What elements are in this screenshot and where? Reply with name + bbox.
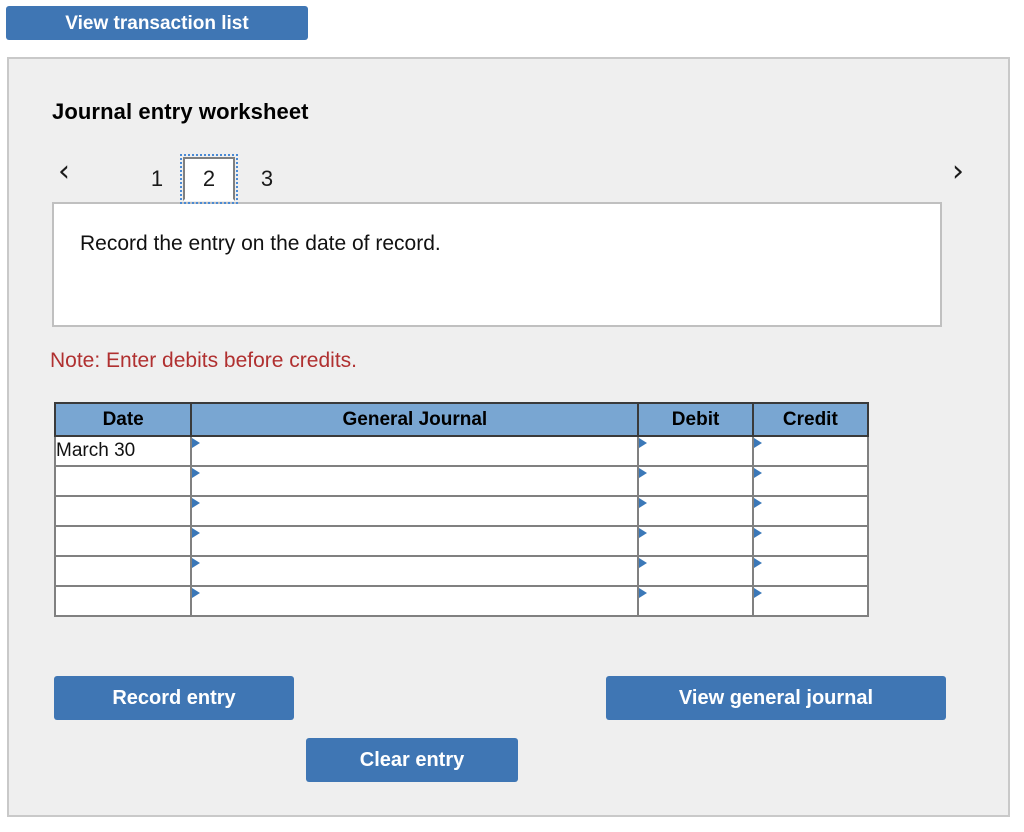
cell-date-4[interactable] — [53, 525, 193, 557]
cell-credit-4[interactable] — [751, 525, 870, 557]
cell-debit-1[interactable] — [637, 435, 754, 467]
debits-before-credits-note: Note: Enter debits before credits. — [50, 349, 357, 372]
clear-entry-button[interactable]: Clear entry — [306, 738, 518, 782]
column-header-general-journal: General Journal — [190, 402, 640, 437]
journal-entry-page: View transaction list Journal entry work… — [0, 0, 1024, 832]
cell-general-journal-5[interactable] — [190, 555, 640, 587]
instruction-text: Record the entry on the date of record. — [80, 232, 441, 255]
worksheet-tab-3[interactable]: 3 — [246, 157, 288, 201]
cell-credit-2[interactable] — [751, 465, 870, 497]
worksheet-tab-2[interactable]: 2 — [180, 154, 238, 204]
cell-date-5[interactable] — [53, 555, 193, 587]
cell-general-journal-4[interactable] — [190, 525, 640, 557]
cell-general-journal-2[interactable] — [190, 465, 640, 497]
cell-general-journal-6[interactable] — [190, 585, 640, 617]
cell-debit-2[interactable] — [637, 465, 754, 497]
table-row — [53, 525, 870, 557]
column-header-date: Date — [53, 402, 193, 437]
instruction-box: Record the entry on the date of record. — [52, 202, 942, 327]
cell-date-6[interactable] — [53, 585, 193, 617]
cell-date-2[interactable] — [53, 465, 193, 497]
table-row: March 30 — [53, 435, 870, 467]
record-entry-button[interactable]: Record entry — [54, 676, 294, 720]
cell-date-3[interactable] — [53, 495, 193, 527]
cell-general-journal-1[interactable] — [190, 435, 640, 467]
journal-entry-worksheet-panel: Journal entry worksheet ‹ 1 2 3 › Record… — [7, 57, 1010, 817]
cell-debit-5[interactable] — [637, 555, 754, 587]
cell-debit-3[interactable] — [637, 495, 754, 527]
chevron-left-icon[interactable]: ‹ — [58, 157, 70, 187]
cell-credit-6[interactable] — [751, 585, 870, 617]
view-general-journal-button[interactable]: View general journal — [606, 676, 946, 720]
table-row — [53, 495, 870, 527]
table-header-row: Date General Journal Debit Credit — [53, 402, 870, 437]
table-row — [53, 465, 870, 497]
column-header-credit: Credit — [751, 402, 870, 437]
worksheet-tab-bar: ‹ 1 2 3 › — [52, 147, 970, 204]
general-journal-table: Date General Journal Debit Credit March … — [53, 402, 870, 617]
worksheet-title: Journal entry worksheet — [52, 99, 309, 124]
cell-debit-6[interactable] — [637, 585, 754, 617]
cell-debit-4[interactable] — [637, 525, 754, 557]
view-transaction-list-button[interactable]: View transaction list — [6, 6, 308, 40]
cell-credit-3[interactable] — [751, 495, 870, 527]
table-row — [53, 585, 870, 617]
cell-credit-5[interactable] — [751, 555, 870, 587]
column-header-debit: Debit — [637, 402, 754, 437]
worksheet-tab-1[interactable]: 1 — [136, 157, 178, 201]
chevron-right-icon[interactable]: › — [952, 157, 964, 187]
table-row — [53, 555, 870, 587]
cell-credit-1[interactable] — [751, 435, 870, 467]
cell-general-journal-3[interactable] — [190, 495, 640, 527]
cell-date-1[interactable]: March 30 — [53, 435, 193, 467]
